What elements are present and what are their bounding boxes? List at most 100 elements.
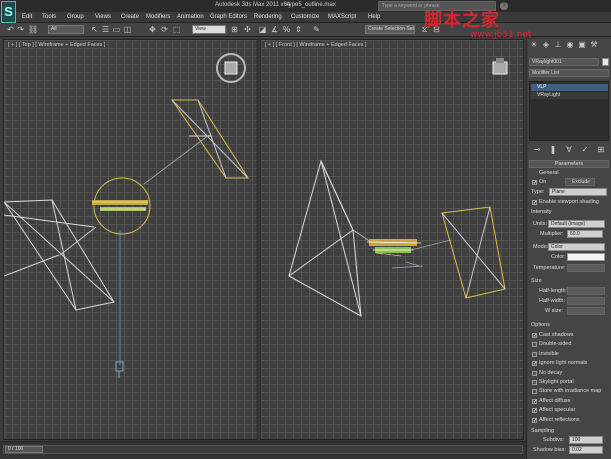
units-dropdown[interactable]: Default (image) (548, 220, 605, 228)
rect-select-icon[interactable]: ▭ (112, 25, 121, 34)
shadow-bias-spinner[interactable]: 0.02 (569, 446, 603, 454)
menu-customize[interactable]: Customize (291, 14, 319, 20)
menu-create[interactable]: Create (121, 14, 139, 20)
light-plane-front-right (441, 206, 506, 299)
help-icon[interactable]: ? (500, 2, 508, 10)
modifier-list-dropdown[interactable]: Modifier List (529, 69, 609, 77)
move-icon[interactable]: ✥ (148, 25, 157, 34)
viewport-top[interactable]: [ + ] [ Top ] [ Wireframe + Edged Faces … (3, 39, 258, 440)
menu-modifiers[interactable]: Modifiers (146, 14, 170, 20)
option-label: Double-sided (539, 341, 572, 348)
edit-named-sets-icon[interactable]: ✎ (312, 25, 321, 34)
create-tab-icon[interactable]: ✳ (530, 41, 538, 49)
select-icon[interactable]: ↖ (90, 25, 99, 34)
exclude-button[interactable]: Exclude (565, 178, 595, 186)
viewport-label-top[interactable]: [ + ] [ Top ] [ Wireframe + Edged Faces … (7, 42, 107, 48)
color-swatch[interactable] (567, 253, 605, 261)
percent-snap-icon[interactable]: % (282, 25, 291, 34)
menu-help[interactable]: Help (368, 14, 380, 20)
application-button[interactable]: S (1, 1, 16, 23)
subdivs-spinner[interactable]: 100 (569, 436, 603, 444)
mode-dropdown[interactable]: Color (548, 243, 605, 251)
option-checkbox[interactable]: ✓ (532, 408, 537, 414)
viewport-label-front[interactable]: [ + ] [ Front ] [ Wireframe + Edged Face… (264, 42, 368, 48)
stack-item-vraylight[interactable]: VRayLight (531, 92, 608, 99)
option-checkbox[interactable] (532, 389, 537, 395)
stack-item-vlp[interactable]: VLP (531, 84, 608, 91)
type-label: Type: (531, 189, 545, 195)
undo-icon[interactable]: ↶ (6, 25, 15, 34)
hierarchy-tab-icon[interactable]: ⊥ (554, 41, 562, 49)
option-label: Cast shadows (539, 332, 574, 338)
half-length-spinner[interactable] (567, 287, 605, 295)
option-label: Skylight portal (539, 379, 574, 385)
pivot-icon[interactable]: ⊞ (230, 25, 239, 34)
options-group-label: Options (531, 322, 550, 328)
spinner-snap-icon[interactable]: ⇕ (294, 25, 303, 34)
enable-viewport-checkbox[interactable]: ✓ (532, 200, 537, 206)
option-label: Affect specular (539, 407, 576, 414)
units-label: Units: (533, 221, 548, 227)
snap-toggle-icon[interactable]: ◪ (258, 25, 267, 34)
scale-icon[interactable]: ⬚ (172, 25, 181, 34)
motion-tab-icon[interactable]: ◉ (566, 41, 574, 49)
subdivs-label: Subdivs: (543, 437, 565, 443)
pin-stack-icon[interactable]: ⊸ (533, 146, 541, 154)
option-checkbox[interactable]: ✓ (532, 417, 537, 423)
text-object-top (92, 200, 148, 211)
link-icon[interactable]: ⛓ (28, 25, 38, 34)
half-width-spinner[interactable] (567, 297, 605, 305)
viewport-front[interactable]: [ + ] [ Front ] [ Wireframe + Edged Face… (260, 39, 524, 440)
rotate-icon[interactable]: ⟳ (160, 25, 169, 34)
reference-coordinate-dropdown[interactable]: View (192, 25, 226, 34)
window-crossing-icon[interactable]: ◫ (123, 25, 132, 34)
type-dropdown[interactable]: Plane (549, 188, 607, 196)
menu-tools[interactable]: Tools (42, 14, 56, 20)
menu-bar: Edit Tools Group Views Create Modifiers … (0, 12, 611, 23)
angle-snap-icon[interactable]: ∡ (270, 25, 279, 34)
named-selection-dropdown[interactable]: Create Selection Set (365, 25, 415, 34)
show-end-result-icon[interactable]: ❚ (549, 146, 557, 154)
select-by-name-icon[interactable]: ☰ (101, 25, 110, 34)
redo-icon[interactable]: ↷ (16, 25, 25, 34)
watermark-url: www.jb51.net (470, 30, 532, 40)
remove-modifier-icon[interactable]: ✓ (581, 146, 589, 154)
option-checkbox[interactable]: ✓ (532, 361, 537, 367)
modifier-stack: VLP VRayLight (529, 81, 609, 141)
option-checkbox[interactable] (532, 342, 537, 348)
make-unique-icon[interactable]: ∀ (565, 146, 573, 154)
select-manipulate-icon[interactable]: ✣ (243, 25, 252, 34)
menu-views[interactable]: Views (95, 14, 111, 20)
option-checkbox[interactable]: ✓ (532, 398, 537, 404)
w-size-spinner[interactable] (567, 307, 605, 315)
option-checkbox[interactable] (532, 380, 537, 385)
menu-edit[interactable]: Edit (22, 14, 32, 20)
menu-graph-editors[interactable]: Graph Editors (210, 14, 247, 20)
display-tab-icon[interactable]: ▣ (578, 41, 586, 49)
frame-counter[interactable]: 0 / 100 (5, 446, 43, 453)
menu-rendering[interactable]: Rendering (254, 14, 282, 20)
app-window: Autodesk 3ds Max 2011 x64 type5_outline.… (0, 0, 611, 459)
menu-animation[interactable]: Animation (177, 14, 204, 20)
menu-maxscript[interactable]: MAXScript (328, 14, 356, 20)
option-checkbox[interactable]: ✓ (532, 333, 537, 339)
half-width-label: Half-width: (539, 298, 565, 304)
time-slider[interactable]: 0 / 100 (3, 445, 523, 454)
selection-filter-dropdown[interactable]: All (48, 25, 84, 34)
parameters-rollout[interactable]: Parameters (529, 160, 609, 168)
option-checkbox[interactable] (532, 370, 537, 376)
viewcube-icon (492, 58, 508, 75)
temperature-spinner[interactable] (567, 264, 605, 272)
configure-sets-icon[interactable]: ⊞ (597, 146, 605, 154)
light-plane-top-right (171, 99, 249, 179)
utilities-tab-icon[interactable]: ⚒ (590, 41, 598, 49)
object-color-swatch[interactable] (602, 58, 609, 66)
on-checkbox[interactable]: ✓ (532, 180, 537, 186)
object-name-field[interactable]: VRaylight001 (529, 58, 599, 66)
menu-group[interactable]: Group (67, 14, 84, 20)
option-label: Affect reflections (539, 416, 580, 423)
multiplier-spinner[interactable]: 60.0 (567, 230, 603, 238)
option-checkbox[interactable] (532, 351, 537, 357)
viewport-top-scene (4, 53, 249, 378)
modify-tab-icon[interactable]: ◈ (542, 41, 550, 49)
